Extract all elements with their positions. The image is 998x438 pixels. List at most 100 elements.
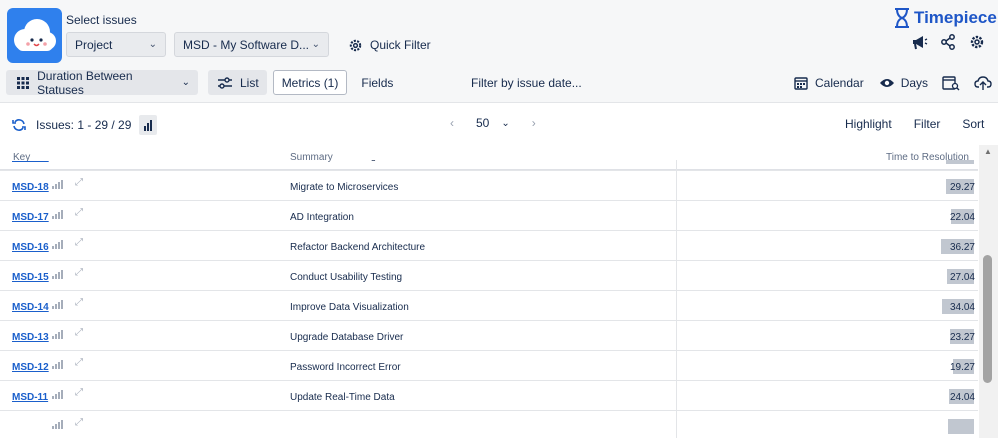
chevron-down-icon: ⌄ bbox=[311, 39, 320, 50]
history-chart-icon[interactable] bbox=[52, 269, 63, 279]
bar-chart-icon[interactable] bbox=[139, 115, 158, 135]
announcement-icon[interactable] bbox=[910, 33, 928, 51]
issue-key-link[interactable]: MSD-13 bbox=[12, 332, 49, 343]
report-type-label: Duration Between Statuses bbox=[37, 68, 133, 97]
table-body: MSD-19 ⤢ Customizable Widget Error 29.35 MSD… bbox=[0, 160, 978, 438]
time-to-resolution-value: 36.27 bbox=[949, 242, 975, 253]
history-chart-icon[interactable] bbox=[52, 389, 63, 399]
days-label: Days bbox=[900, 75, 929, 90]
expand-icon[interactable]: ⤢ bbox=[75, 327, 83, 338]
history-chart-icon[interactable] bbox=[52, 359, 63, 369]
view-toolbar: Calendar Days bbox=[792, 70, 992, 95]
eye-icon bbox=[878, 74, 896, 92]
issues-summary: Issues: 1 - 29 / 29 bbox=[10, 115, 158, 135]
sort-button[interactable]: Sort bbox=[962, 117, 984, 131]
project-type-dropdown[interactable]: Project ⌄ bbox=[66, 32, 166, 57]
expand-icon[interactable]: ⤢ bbox=[75, 267, 83, 278]
chevron-down-icon: ⌄ bbox=[181, 77, 190, 88]
table-row: MSD-12 ⤢ Password Incorrect Error 19.27 bbox=[0, 351, 978, 381]
select-issues-label: Select issues bbox=[66, 13, 137, 27]
time-to-resolution-value: 19.27 bbox=[949, 362, 975, 373]
issue-summary: AD Integration bbox=[290, 212, 354, 223]
issue-summary: Update Real-Time Data bbox=[290, 392, 395, 403]
issue-key-link[interactable]: MSD-18 bbox=[12, 182, 49, 193]
top-bar: Select issues Project ⌄ MSD - My Softwar… bbox=[0, 0, 998, 103]
history-chart-icon[interactable] bbox=[52, 419, 63, 429]
filter-date-button[interactable]: Filter by issue date... bbox=[471, 70, 582, 95]
expand-icon[interactable]: ⤢ bbox=[75, 357, 83, 368]
project-value: MSD - My Software D... bbox=[183, 37, 310, 52]
fields-button[interactable]: Fields bbox=[353, 70, 401, 95]
expand-icon[interactable]: ⤢ bbox=[75, 207, 83, 218]
vertical-scrollbar[interactable]: ▲ bbox=[979, 145, 998, 438]
issue-key-link[interactable]: MSD-17 bbox=[12, 212, 49, 223]
report-type-dropdown[interactable]: Duration Between Statuses ⌄ bbox=[6, 68, 198, 97]
highlight-button[interactable]: Highlight bbox=[845, 117, 892, 131]
history-chart-icon[interactable] bbox=[52, 329, 63, 339]
expand-icon[interactable]: ⤢ bbox=[75, 387, 83, 398]
list-button[interactable]: List bbox=[208, 70, 267, 95]
table-row: MSD-16 ⤢ Refactor Backend Architecture 36.2… bbox=[0, 231, 978, 261]
project-type-value: Project bbox=[75, 37, 113, 52]
history-chart-icon[interactable] bbox=[52, 239, 63, 249]
issue-summary: Conduct Usability Testing bbox=[290, 272, 403, 283]
share-icon[interactable] bbox=[939, 33, 957, 51]
column-divider bbox=[676, 201, 677, 231]
quick-filter-button[interactable]: Quick Filter bbox=[346, 33, 431, 57]
chevron-down-icon: ⌄ bbox=[148, 39, 157, 50]
settings-gear-icon[interactable] bbox=[968, 33, 986, 51]
calendar-search-icon[interactable] bbox=[942, 74, 960, 92]
fields-label: Fields bbox=[361, 75, 394, 90]
scrollbar-thumb[interactable] bbox=[983, 255, 992, 383]
issue-key-link[interactable]: MSD-19 bbox=[12, 160, 49, 163]
column-divider bbox=[676, 351, 677, 381]
column-divider bbox=[676, 381, 677, 411]
issue-summary: Upgrade Database Driver bbox=[290, 332, 404, 343]
time-to-resolution-value: 34.04 bbox=[949, 302, 975, 313]
history-chart-icon[interactable] bbox=[52, 299, 63, 309]
hourglass-icon bbox=[895, 8, 909, 28]
next-page-icon[interactable]: › bbox=[532, 116, 536, 130]
table-row: MSD-17 ⤢ AD Integration 22.04 bbox=[0, 201, 978, 231]
issue-key-link[interactable]: MSD-12 bbox=[12, 362, 49, 373]
table-row: MSD-13 ⤢ Upgrade Database Driver 23.27 bbox=[0, 321, 978, 351]
table-row: MSD-18 ⤢ Migrate to Microservices 29.27 bbox=[0, 171, 978, 201]
time-to-resolution-value: 24.04 bbox=[949, 392, 975, 403]
history-chart-icon[interactable] bbox=[52, 179, 63, 189]
expand-icon[interactable]: ⤢ bbox=[75, 177, 83, 188]
table-row: MSD-15 ⤢ Conduct Usability Testing 27.04 bbox=[0, 261, 978, 291]
quick-filter-label: Quick Filter bbox=[370, 38, 431, 52]
refresh-icon[interactable] bbox=[10, 116, 28, 134]
time-to-resolution-value: 29.35 bbox=[950, 160, 975, 162]
issue-key-link[interactable]: MSD-15 bbox=[12, 272, 49, 283]
time-to-resolution-value: 22.04 bbox=[949, 212, 975, 223]
chevron-down-icon: ⌄ bbox=[501, 117, 510, 129]
project-dropdown[interactable]: MSD - My Software D... ⌄ bbox=[174, 32, 329, 57]
history-chart-icon[interactable] bbox=[52, 209, 63, 219]
issues-count: Issues: 1 - 29 / 29 bbox=[36, 118, 132, 132]
metrics-button[interactable]: Metrics (1) bbox=[272, 70, 348, 95]
calendar-button[interactable]: Calendar bbox=[792, 70, 864, 95]
table-row: MSD-11 ⤢ Update Real-Time Data 24.04 bbox=[0, 381, 978, 411]
table-actions: Highlight Filter Sort bbox=[845, 117, 984, 131]
time-to-resolution-value: 23.27 bbox=[949, 332, 975, 343]
column-divider bbox=[676, 231, 677, 261]
column-divider bbox=[676, 411, 677, 438]
days-button[interactable]: Days bbox=[878, 70, 928, 95]
expand-icon[interactable]: ⤢ bbox=[75, 297, 83, 308]
scroll-up-icon[interactable]: ▲ bbox=[984, 147, 992, 156]
cloud-upload-icon[interactable] bbox=[974, 74, 992, 92]
header-actions bbox=[910, 33, 986, 51]
prev-page-icon[interactable]: ‹ bbox=[450, 116, 454, 130]
issue-key-link[interactable]: MSD-16 bbox=[12, 242, 49, 253]
expand-icon[interactable]: ⤢ bbox=[75, 237, 83, 248]
issue-key-link[interactable]: MSD-14 bbox=[12, 302, 49, 313]
filter-button[interactable]: Filter bbox=[914, 117, 941, 131]
expand-icon[interactable]: ⤢ bbox=[75, 417, 83, 428]
column-divider bbox=[676, 321, 677, 351]
gear-icon bbox=[346, 36, 364, 54]
issue-key-link[interactable]: MSD-11 bbox=[12, 392, 48, 403]
column-divider bbox=[676, 160, 677, 171]
page-size-select[interactable]: 50 ⌄ bbox=[476, 116, 510, 130]
table-row: ⤢ bbox=[0, 411, 978, 438]
